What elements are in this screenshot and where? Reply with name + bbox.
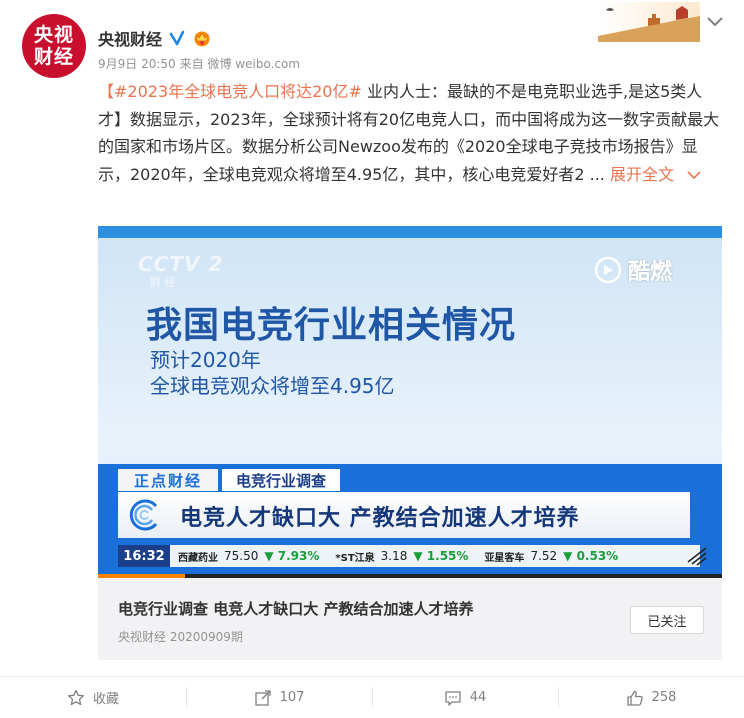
- video-card-title[interactable]: 电竞行业调查 电竞人才缺口大 产教结合加速人才培养: [118, 598, 473, 619]
- video-subline-2: 全球电竞观众将增至4.95亿: [150, 374, 395, 398]
- stock-ticker: 16:32 西藏药业 75.50 ▼ 7.93% *ST江泉 3.18 ▼ 1.…: [118, 545, 700, 567]
- comment-icon: [445, 690, 461, 706]
- comment-count: 44: [469, 690, 487, 705]
- avatar[interactable]: 央视 财经: [22, 14, 86, 78]
- action-bar: 收藏 107 44 258: [0, 677, 744, 718]
- program-tag: 正点财经: [118, 469, 218, 491]
- caption-box: 电竞人才缺口大 产教结合加速人才培养: [118, 492, 690, 538]
- post-text: 【#2023年全球电竞人口将达20亿# 业内人士：最缺的不是电竞职业选手,是这5…: [98, 78, 724, 188]
- follow-button[interactable]: 已关注: [630, 606, 704, 634]
- favorite-button[interactable]: 收藏: [0, 677, 186, 718]
- ticker-stock-name: 西藏药业: [178, 552, 218, 564]
- expand-full-text-link[interactable]: 展开全文: [610, 165, 674, 184]
- ticker-item: 亚星客车 7.52 ▼ 0.53%: [484, 549, 618, 564]
- kuran-logo-icon: [594, 256, 622, 284]
- ticker-stock-price: 7.52: [530, 549, 558, 563]
- avatar-text-line1: 央视: [33, 24, 74, 46]
- cctv-channel-sub: 财 经: [150, 276, 176, 289]
- member-crown-icon[interactable]: [192, 29, 212, 47]
- video-card-subtitle: 央视财经 20200909期: [118, 630, 243, 644]
- post-time[interactable]: 9月9日 20:50: [98, 55, 176, 72]
- verified-icon: [169, 30, 185, 46]
- post-hashtag-link[interactable]: 【#2023年全球电竞人口将达20亿#: [98, 82, 362, 101]
- ticker-stock-name: *ST江泉: [335, 552, 375, 564]
- kuran-label: 酷燃: [628, 260, 673, 285]
- like-count: 258: [651, 690, 677, 705]
- kuran-watermark: 酷燃: [594, 254, 672, 286]
- video-caption: 电竞人才缺口大 产教结合加速人才培养: [180, 506, 580, 531]
- video-headline: 我国电竞行业相关情况: [146, 305, 517, 346]
- chevron-down-icon[interactable]: [687, 170, 701, 180]
- star-icon: [67, 689, 85, 705]
- cctv-logo: CCTV 2: [138, 252, 224, 276]
- favorite-label: 收藏: [92, 692, 119, 707]
- ticker-stock-change: ▼ 1.55%: [413, 549, 469, 563]
- segment-tag: 电竞行业调查: [222, 469, 340, 491]
- avatar-text-line2: 财经: [33, 46, 74, 68]
- video-card-info[interactable]: 电竞行业调查 电竞人才缺口大 产教结合加速人才培养 央视财经 20200909期…: [98, 578, 722, 660]
- ticker-stock-price: 75.50: [224, 549, 259, 563]
- ticker-stock-name: 亚星客车: [484, 552, 525, 564]
- ticker-stock-change: ▼ 0.53%: [563, 549, 619, 563]
- post-menu-chevron-icon[interactable]: [706, 15, 724, 29]
- channel-swirl-icon: [129, 499, 158, 531]
- repost-count: 107: [279, 690, 305, 705]
- like-button[interactable]: 258: [558, 677, 744, 718]
- repost-button[interactable]: 107: [186, 677, 372, 718]
- author-row: 央视财经: [98, 26, 212, 50]
- ticker-stock-price: 3.18: [380, 549, 408, 563]
- ticker-item: 西藏药业 75.50 ▼ 7.93%: [178, 549, 319, 564]
- repost-icon: [254, 689, 271, 706]
- video-top-bar: [98, 226, 722, 238]
- ticker-stock-change: ▼ 7.93%: [264, 549, 320, 563]
- post-meta: 9月9日 20:50 来自 微博 weibo.com: [98, 55, 300, 72]
- great-wall-banner-image: [598, 2, 700, 42]
- video-player[interactable]: CCTV 2 财 经 酷燃 我国电竞行业相关情况 预计2020年 全球电竞观众将…: [98, 226, 722, 578]
- thumbs-up-icon: [626, 690, 643, 706]
- ticker-time: 16:32: [118, 545, 170, 567]
- ticker-item: *ST江泉 3.18 ▼ 1.55%: [335, 549, 468, 564]
- author-name[interactable]: 央视财经: [98, 26, 162, 50]
- audio-wave-icon: [687, 547, 707, 566]
- video-subline-1: 预计2020年: [150, 348, 261, 372]
- post-source: 来自 微博 weibo.com: [179, 57, 301, 71]
- comment-button[interactable]: 44: [372, 677, 558, 718]
